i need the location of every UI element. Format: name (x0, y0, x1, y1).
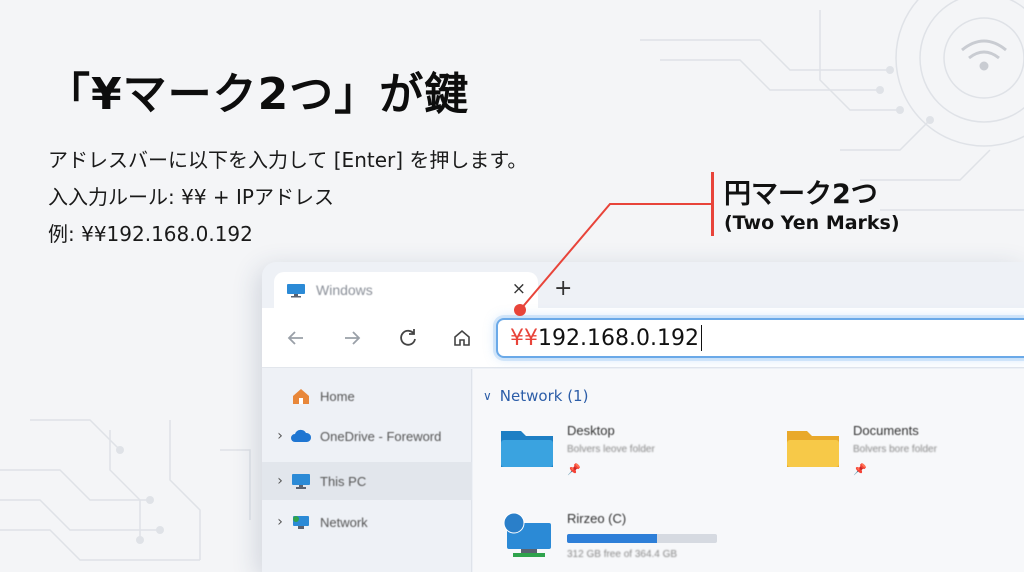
tab-title: Windows (316, 282, 373, 298)
address-yen-marks: ¥¥ (510, 325, 538, 351)
sidebar-item-home[interactable]: Home (262, 377, 472, 415)
drive-free-space: 312 GB free of 364.4 GB (567, 549, 678, 560)
section-label: Network (1) (499, 387, 589, 405)
instruction-line: アドレスバーに以下を入力して [Enter] を押します。 (48, 148, 528, 172)
sidebar-item-label: OneDrive - Foreword (320, 428, 442, 444)
refresh-icon (400, 329, 416, 346)
example-line: 例: ¥¥192.168.0.192 (48, 222, 253, 246)
text-caret (700, 325, 702, 351)
cloud-icon (291, 429, 312, 442)
callout-title: 円マーク2つ (724, 179, 878, 210)
sidebar-item-label: Home (320, 388, 355, 404)
chevron-down-icon: ∨ (483, 389, 492, 403)
sidebar: Home › OneDrive - Foreword › This PC › N… (262, 369, 472, 572)
sidebar-item-this-pc[interactable]: › This PC (262, 462, 472, 500)
network-icon (293, 516, 309, 529)
sidebar-item-label: Network (320, 514, 368, 530)
browser-window: Windows × + ¥¥ 192.168.0.192 Home › OneDr… (262, 262, 1024, 572)
new-tab-button[interactable]: + (554, 276, 572, 301)
home-icon (293, 389, 309, 404)
chevron-right-icon: › (277, 514, 283, 530)
toolbar: ¥¥ 192.168.0.192 (262, 308, 1024, 368)
item-description: Bolvers leove folder (567, 444, 655, 455)
yellow-folder-icon (787, 431, 839, 467)
blue-folder-icon (501, 431, 553, 467)
sidebar-item-network[interactable]: › Network (262, 503, 472, 541)
item-desktop[interactable]: Desktop Bolvers leove folder 📌 (499, 423, 655, 476)
item-drive-c[interactable]: Rirzeo (C) 312 GB free of 364.4 GB (499, 511, 717, 561)
item-name: Desktop (567, 423, 615, 438)
drive-usage-bar (567, 534, 717, 543)
item-documents[interactable]: Documents Bolvers bore folder 📌 (785, 423, 937, 476)
wifi-icon (961, 39, 1007, 71)
item-description: Bolvers bore folder (853, 444, 937, 455)
home-icon (454, 329, 470, 346)
sidebar-item-onedrive[interactable]: › OneDrive - Foreword (262, 417, 472, 455)
tab-close-icon[interactable]: × (512, 279, 526, 299)
back-button[interactable] (278, 320, 314, 356)
item-name: Documents (853, 423, 919, 438)
address-ip: 192.168.0.192 (538, 325, 699, 351)
sidebar-item-label: This PC (320, 473, 367, 489)
refresh-button[interactable] (390, 320, 426, 356)
address-bar[interactable]: ¥¥ 192.168.0.192 (496, 318, 1024, 358)
pc-icon (292, 474, 310, 489)
drive-usage-fill (567, 534, 657, 543)
chevron-right-icon: › (277, 428, 283, 444)
item-name: Rirzeo (C) (567, 511, 627, 526)
home-button[interactable] (444, 320, 480, 356)
arrow-right-icon (345, 331, 361, 345)
pin-icon: 📌 (567, 463, 581, 476)
chevron-right-icon: › (277, 473, 283, 489)
callout-bar (711, 172, 714, 236)
input-rule-line: 入入力ルール: ¥¥ + IPアドレス (48, 185, 334, 209)
monitor-icon (287, 283, 305, 297)
page-title: 「¥マーク2つ」が鍵 (46, 69, 470, 120)
drive-icon (503, 512, 551, 557)
forward-button[interactable] (334, 320, 370, 356)
arrow-left-icon (287, 331, 303, 345)
browser-tab[interactable]: Windows × (274, 272, 538, 308)
pin-icon: 📌 (853, 463, 867, 476)
network-section-header[interactable]: ∨ Network (1) (483, 387, 588, 405)
callout-subtitle: (Two Yen Marks) (724, 212, 900, 234)
content-pane: ∨ Network (1) Desktop Bolvers leove fold… (473, 369, 1024, 572)
